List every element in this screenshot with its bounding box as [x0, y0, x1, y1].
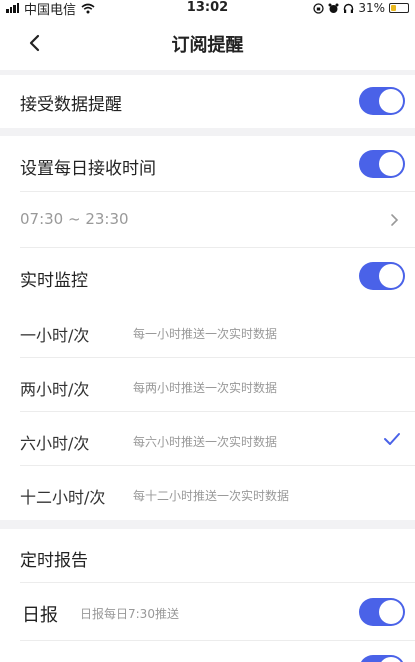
frequency-option-label: 一小时/次 — [20, 326, 90, 345]
daily-report-label: 日报 — [22, 605, 58, 626]
receive-data-alerts-label: 接受数据提醒 — [20, 95, 122, 115]
headphones-icon — [344, 3, 354, 13]
nav-bar: 订阅提醒 — [0, 16, 415, 70]
frequency-option-selected[interactable]: 六小时/次 每六小时推送一次实时数据 — [0, 412, 415, 466]
scheduled-report-label: 定时报告 — [20, 551, 88, 571]
daily-receive-time-toggle[interactable] — [359, 150, 405, 178]
scheduled-report-row: 定时报告 — [0, 529, 415, 583]
frequency-option-desc: 每一小时推送一次实时数据 — [133, 327, 278, 341]
frequency-option[interactable]: 两小时/次 每两小时推送一次实时数据 — [0, 358, 415, 412]
frequency-option-desc: 每六小时推送一次实时数据 — [133, 435, 278, 449]
realtime-monitor-row: 实时监控 — [0, 248, 415, 304]
frequency-option-label: 六小时/次 — [20, 434, 90, 453]
battery-icon — [389, 3, 409, 13]
frequency-option-desc: 每两小时推送一次实时数据 — [133, 381, 278, 395]
realtime-monitor-label: 实时监控 — [20, 271, 88, 291]
battery-percent: 31% — [358, 1, 385, 15]
frequency-option-label: 十二小时/次 — [20, 488, 106, 507]
time-range-row[interactable]: 07:30 ~ 23:30 — [0, 192, 415, 248]
alarm-icon — [328, 3, 339, 13]
frequency-option[interactable]: 一小时/次 每一小时推送一次实时数据 — [0, 304, 415, 358]
daily-report-desc: 日报每日7:30推送 — [80, 607, 179, 621]
daily-report-toggle[interactable] — [359, 598, 405, 626]
daily-receive-time-label: 设置每日接收时间 — [20, 159, 156, 179]
frequency-option-label: 两小时/次 — [20, 380, 90, 399]
daily-receive-time-row: 设置每日接收时间 — [0, 136, 415, 192]
realtime-monitor-toggle[interactable] — [359, 262, 405, 290]
rotation-lock-icon — [313, 2, 324, 14]
receive-data-alerts-toggle[interactable] — [359, 87, 405, 115]
status-bar-right: 31% — [313, 0, 409, 16]
chevron-right-icon — [391, 214, 399, 226]
frequency-option-desc: 每十二小时推送一次实时数据 — [133, 489, 290, 503]
frequency-option[interactable]: 十二小时/次 每十二小时推送一次实时数据 — [0, 466, 415, 520]
status-bar: 中国电信 13:02 31% — [0, 0, 415, 18]
checkmark-icon — [384, 433, 400, 445]
receive-data-alerts-row: 接受数据提醒 — [0, 75, 415, 128]
next-report-row — [0, 641, 415, 662]
next-report-toggle[interactable] — [359, 655, 405, 662]
time-range-value: 07:30 ~ 23:30 — [20, 210, 129, 228]
page-title: 订阅提醒 — [171, 35, 244, 56]
daily-report-row: 日报 日报每日7:30推送 — [0, 583, 415, 641]
